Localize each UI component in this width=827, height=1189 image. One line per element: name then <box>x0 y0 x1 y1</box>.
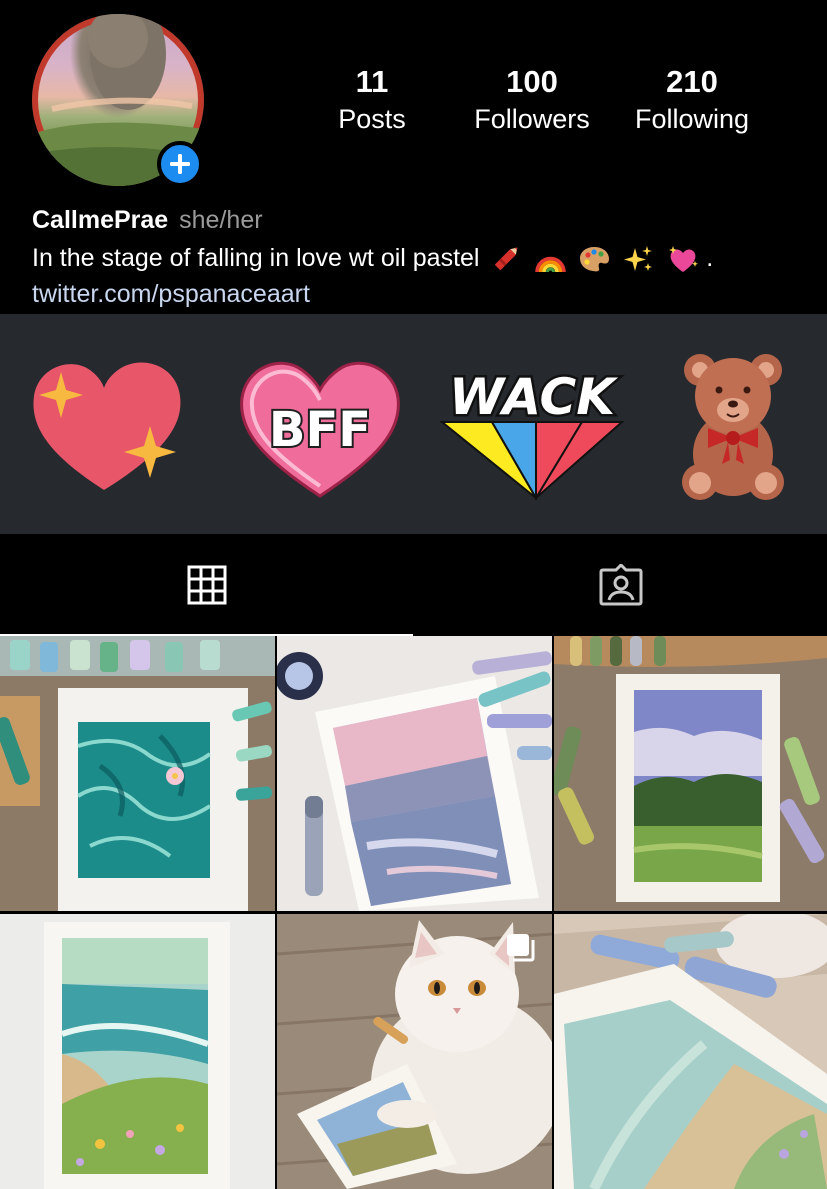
bio-line: In the stage of falling in love wt oil p… <box>32 244 480 272</box>
wack-sticker[interactable]: WACK <box>432 364 632 500</box>
followers-count: 100 <box>506 64 558 99</box>
crayon-icon <box>495 248 518 271</box>
post-cat-photo[interactable] <box>277 914 552 1189</box>
sparkling-heart-icon <box>669 246 699 273</box>
following-label: Following <box>634 104 750 134</box>
pink-sky-painting-image <box>277 636 552 911</box>
green-field-painting-image <box>554 636 827 911</box>
bff-heart-sticker[interactable]: BFF <box>236 350 404 502</box>
profile-tabs <box>0 534 827 636</box>
pronouns: she/her <box>179 206 263 234</box>
wack-text: WACK <box>449 368 618 426</box>
multiple-photos-icon <box>507 934 535 962</box>
tagged-tab[interactable] <box>414 534 827 636</box>
teddy-bear-sticker[interactable] <box>678 352 788 504</box>
plus-icon <box>170 154 190 174</box>
followers-stat[interactable]: 100 Followers <box>452 64 612 136</box>
sticker-panel: BFF WACK <box>0 314 827 534</box>
post-beach-painting[interactable] <box>0 914 275 1189</box>
palette-icon <box>580 247 610 272</box>
bio-end: . <box>706 244 714 272</box>
profile-header: 11 Posts 100 Followers 210 Following Cal… <box>0 0 827 312</box>
post-beach-close-up[interactable] <box>554 914 827 1189</box>
beach-painting-image <box>0 914 275 1189</box>
following-stat[interactable]: 210 Following <box>612 64 772 136</box>
beach-close-up-image <box>554 914 827 1189</box>
post-water-painting[interactable] <box>0 636 275 911</box>
username: CallmePrae <box>32 206 169 234</box>
profile-link[interactable]: twitter.com/pspanaceaart <box>32 278 310 310</box>
grid-icon <box>187 565 226 605</box>
posts-stat[interactable]: 11 Posts <box>292 64 452 136</box>
grid-tab[interactable] <box>0 534 413 636</box>
tagged-person-icon <box>599 564 642 606</box>
rainbow-icon <box>535 257 567 273</box>
add-story-button[interactable] <box>157 141 203 187</box>
posts-label: Posts <box>338 104 406 134</box>
post-grid <box>0 636 827 1189</box>
bio-text: In the stage of falling in love wt oil p… <box>32 242 713 274</box>
water-painting-image <box>0 636 275 911</box>
sparkle-heart-sticker[interactable] <box>28 350 186 500</box>
sparkles-icon <box>624 246 653 272</box>
followers-label: Followers <box>474 104 590 134</box>
post-pink-sky-painting[interactable] <box>277 636 552 911</box>
post-green-field-painting[interactable] <box>554 636 827 911</box>
bff-text: BFF <box>269 402 371 458</box>
name-row: CallmePrae she/her <box>32 204 263 236</box>
posts-count: 11 <box>355 64 389 99</box>
following-count: 210 <box>666 64 718 99</box>
